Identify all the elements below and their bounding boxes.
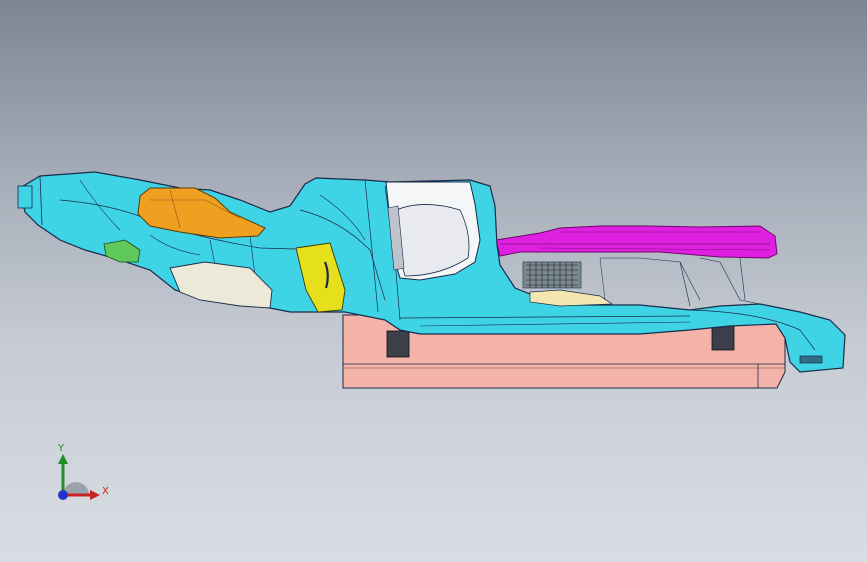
y-axis-arrow [58,454,68,464]
axis-triad-graphic [58,454,100,500]
z-axis-dot [58,490,68,500]
magenta-part[interactable] [495,225,778,259]
x-axis-arrow [90,490,100,500]
graphics-viewport[interactable]: Y X [0,0,867,562]
x-axis-label: X [102,486,109,497]
axis-triad: Y X [46,440,116,510]
internal-structure [599,257,761,307]
mesh-grille[interactable] [522,261,582,289]
cad-model[interactable] [0,0,867,562]
y-axis-label: Y [58,443,65,454]
window-panel[interactable] [385,181,481,281]
